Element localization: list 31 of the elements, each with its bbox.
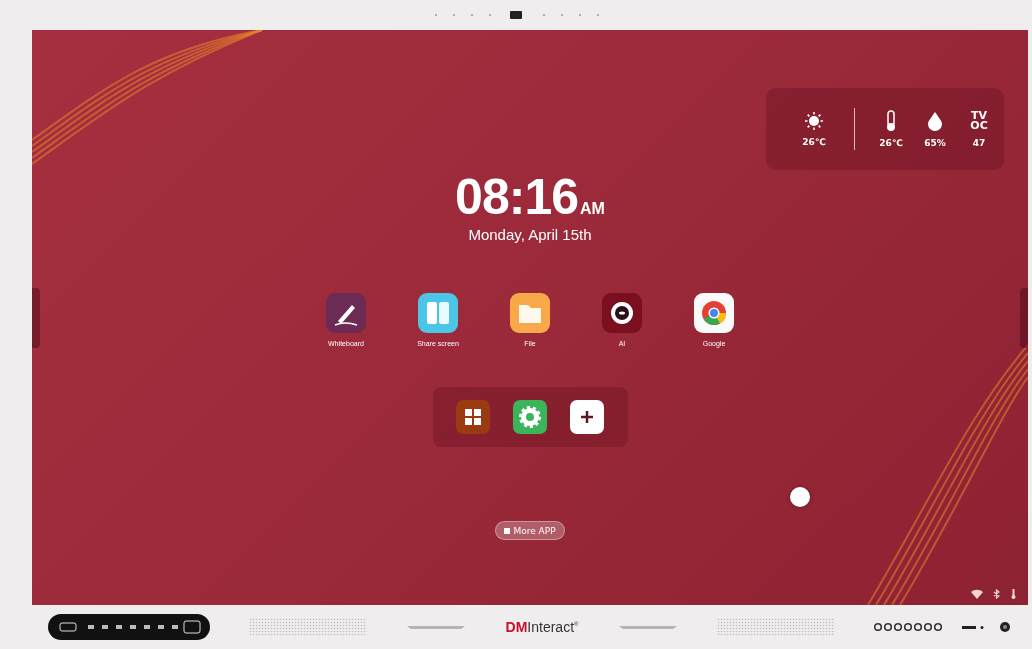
thermometer-icon: [885, 110, 897, 132]
camera-lens-app-icon: [602, 293, 642, 333]
settings-button[interactable]: [513, 400, 547, 434]
outdoor-temperature: 26℃: [802, 137, 826, 147]
split-screen-app-icon: [418, 293, 458, 333]
folder-app-icon: [510, 293, 550, 333]
settings-icon: [513, 400, 547, 434]
sensor-reading: 26℃: [879, 138, 903, 148]
sun-icon: [804, 111, 824, 131]
windows-button[interactable]: [456, 400, 490, 434]
water-drop-icon: [926, 111, 944, 131]
add-icon: [570, 400, 604, 434]
clock-meridiem: AM: [580, 200, 605, 218]
clock-date: Monday, April 15th: [468, 226, 592, 243]
side-handle[interactable]: [32, 288, 40, 348]
brand-logo: DMInteract$^{®}$: [505, 619, 579, 635]
sensor-reading: 47: [972, 138, 986, 148]
touch-point: [790, 487, 810, 507]
tvoc-label: TV OC: [970, 111, 988, 131]
wifi-icon: [971, 589, 983, 599]
grid-icon: [504, 527, 511, 534]
browser-app-icon: [694, 293, 734, 333]
more-apps-button[interactable]: More APP: [495, 521, 565, 540]
add-app-button[interactable]: [570, 400, 604, 434]
thermometer-icon: [1011, 589, 1016, 599]
clock-time: 08:16: [455, 168, 578, 226]
side-handle[interactable]: [1020, 288, 1028, 348]
whiteboard-app-icon: [326, 293, 366, 333]
sensor-reading: 65%: [924, 138, 946, 148]
windows-icon: [456, 400, 490, 434]
bluetooth-icon: [993, 589, 1001, 599]
